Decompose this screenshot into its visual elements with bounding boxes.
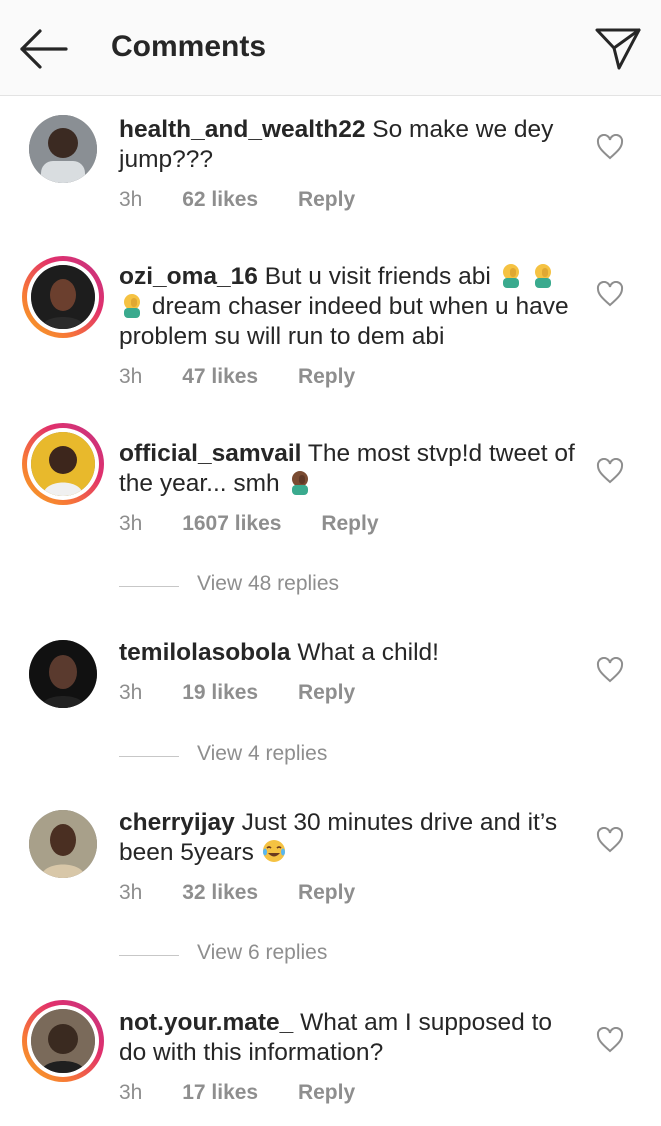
avatar[interactable] — [22, 803, 104, 885]
reply-button[interactable]: Reply — [298, 1081, 355, 1104]
reply-button[interactable]: Reply — [298, 681, 355, 704]
comment-meta: 3h 19 likes Reply — [119, 681, 389, 705]
view-replies-label[interactable]: View 48 replies — [197, 572, 339, 596]
comment-time: 3h — [119, 681, 143, 704]
comment-time: 3h — [119, 512, 143, 535]
comment-likes[interactable]: 47 likes — [182, 365, 258, 388]
comment-time: 3h — [119, 1081, 143, 1104]
comment-username[interactable]: health_and_wealth22 — [119, 116, 365, 143]
comment-likes[interactable]: 1607 likes — [182, 512, 281, 535]
comment-username[interactable]: temilolasobola — [119, 639, 291, 666]
facepalm-emoji-icon — [291, 471, 308, 495]
comment-body-part: dream chaser indeed but when u have prob… — [119, 293, 569, 350]
comment-time: 3h — [119, 188, 143, 211]
reply-button[interactable]: Reply — [298, 881, 355, 904]
comment-meta: 3h 47 likes Reply — [119, 365, 389, 389]
comment-username[interactable]: official_samvail — [119, 440, 301, 467]
reply-button[interactable]: Reply — [298, 188, 355, 211]
comment-likes[interactable]: 32 likes — [182, 881, 258, 904]
arrow-left-icon — [20, 29, 68, 69]
facepalm-emoji-icon — [124, 294, 140, 318]
comment-meta: 3h 1607 likes Reply — [119, 512, 413, 536]
avatar[interactable] — [22, 1000, 104, 1082]
view-replies-label[interactable]: View 4 replies — [197, 742, 327, 766]
comment-meta: 3h 62 likes Reply — [119, 188, 389, 212]
comment-body: What a child! — [297, 639, 439, 666]
tears-of-joy-emoji-icon — [262, 840, 285, 862]
page-title: Comments — [111, 30, 267, 63]
avatar-photo — [31, 265, 95, 329]
comment-text: official_samvail The most stvp!d tweet o… — [119, 439, 579, 499]
paper-plane-icon — [595, 28, 641, 70]
avatar[interactable] — [22, 633, 104, 715]
avatar[interactable] — [22, 256, 104, 338]
avatar-photo — [29, 810, 97, 878]
comment-time: 3h — [119, 881, 143, 904]
avatar-photo — [29, 115, 97, 183]
comment-username[interactable]: ozi_oma_16 — [119, 263, 258, 290]
comment-likes[interactable]: 19 likes — [182, 681, 258, 704]
heart-icon[interactable] — [596, 1027, 624, 1053]
view-replies-label[interactable]: View 6 replies — [197, 941, 327, 965]
avatar-photo — [29, 640, 97, 708]
comment-meta: 3h 32 likes Reply — [119, 881, 389, 905]
avatar-photo — [31, 432, 95, 496]
reply-button[interactable]: Reply — [321, 512, 378, 535]
comment-time: 3h — [119, 365, 143, 388]
heart-icon[interactable] — [596, 134, 624, 160]
heart-icon[interactable] — [596, 458, 624, 484]
heart-icon[interactable] — [596, 827, 624, 853]
comment-likes[interactable]: 62 likes — [182, 188, 258, 211]
replies-divider — [119, 955, 179, 956]
heart-icon[interactable] — [596, 281, 624, 307]
comment-likes[interactable]: 17 likes — [182, 1081, 258, 1104]
comment-body-part: But u visit friends abi — [264, 263, 491, 290]
replies-divider — [119, 586, 179, 587]
top-bar: Comments — [0, 0, 661, 96]
facepalm-emoji-icon — [502, 264, 519, 288]
avatar-photo — [31, 1009, 95, 1073]
heart-icon[interactable] — [596, 657, 624, 683]
comment-text: temilolasobola What a child! — [119, 638, 579, 668]
reply-button[interactable]: Reply — [298, 365, 355, 388]
comment-meta: 3h 17 likes Reply — [119, 1081, 389, 1105]
comment-username[interactable]: cherryijay — [119, 809, 235, 836]
replies-divider — [119, 756, 179, 757]
share-button[interactable] — [593, 24, 643, 72]
avatar[interactable] — [22, 423, 104, 505]
comment-text: cherryijay Just 30 minutes drive and it’… — [119, 808, 579, 868]
comment-text: not.your.mate_ What am I supposed to do … — [119, 1008, 579, 1068]
comment-text: ozi_oma_16 But u visit friends abi dream… — [119, 262, 579, 352]
facepalm-emoji-icon — [535, 264, 552, 288]
back-button[interactable] — [18, 26, 70, 72]
comment-text: health_and_wealth22 So make we dey jump?… — [119, 115, 579, 175]
comment-username[interactable]: not.your.mate_ — [119, 1009, 293, 1036]
avatar[interactable] — [22, 108, 104, 190]
